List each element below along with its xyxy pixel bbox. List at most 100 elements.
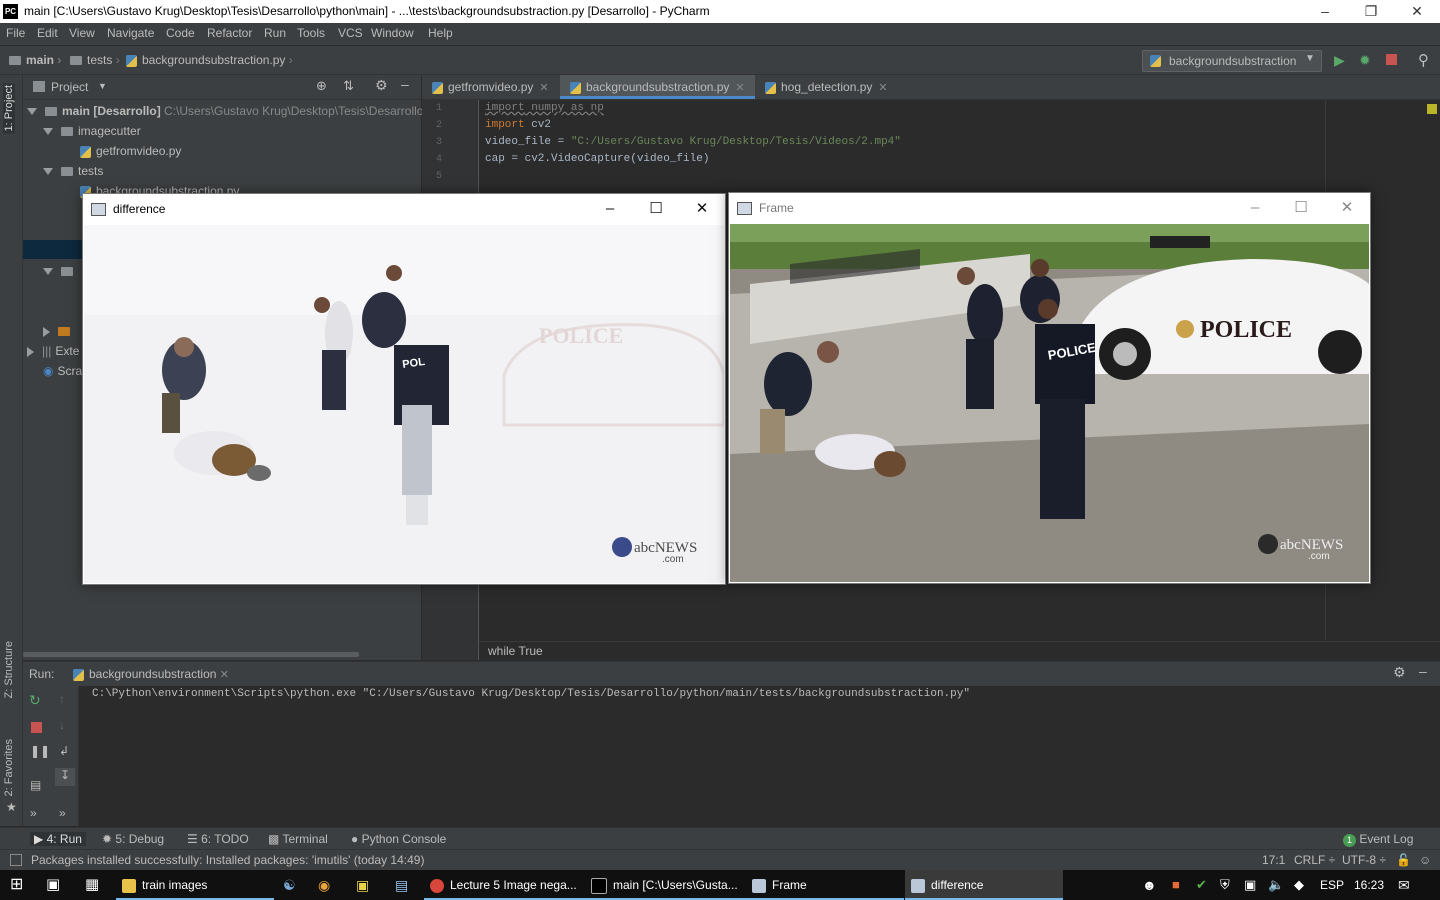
inspector-icon[interactable]: ☺ (1419, 853, 1431, 867)
people-icon[interactable]: ☻ (1142, 870, 1157, 900)
horizontal-scrollbar[interactable] (23, 652, 359, 657)
menu-run[interactable]: Run (264, 26, 286, 40)
tray-app-icon[interactable]: ✔ (1196, 870, 1207, 900)
tree-item-scratches[interactable]: ◉ Scra (43, 364, 82, 378)
layout-icon[interactable]: ▤ (30, 778, 41, 792)
breadcrumb-main[interactable]: main › (9, 53, 61, 67)
tool-tab-debug[interactable]: ✹ 5: Debug (102, 832, 164, 846)
menu-refactor[interactable]: Refactor (207, 26, 252, 40)
restore-button[interactable]: ❐ (1348, 0, 1394, 23)
hide-panel-icon[interactable]: – (1419, 663, 1427, 679)
menu-view[interactable]: View (69, 26, 95, 40)
pause-icon[interactable]: ❚❚ (30, 744, 50, 758)
code-breadcrumb-while[interactable]: while True (488, 644, 543, 658)
stop-icon[interactable] (31, 722, 42, 733)
notifications-icon[interactable]: ✉ (1398, 870, 1410, 900)
file-encoding[interactable]: UTF-8 ÷ (1342, 853, 1386, 867)
run-icon[interactable]: ▶ (1334, 52, 1345, 69)
menu-navigate[interactable]: Navigate (107, 26, 154, 40)
run-tab[interactable]: backgroundsubstraction ✕ (73, 667, 229, 681)
menu-code[interactable]: Code (166, 26, 195, 40)
gear-icon[interactable]: ⚙ (375, 77, 388, 94)
taskbar-item-frame[interactable]: Frame (746, 870, 904, 900)
tree-item-collapsed-folder[interactable] (43, 264, 78, 278)
debug-icon[interactable]: ✹ (1359, 52, 1371, 69)
breadcrumb-file[interactable]: backgroundsubstraction.py › (126, 53, 293, 67)
project-panel-title[interactable]: Project (51, 80, 88, 94)
tool-window-favorites[interactable]: 2: Favorites (3, 739, 15, 796)
tree-item-getfromvideo[interactable]: getfromvideo.py (80, 144, 181, 158)
menu-help[interactable]: Help (428, 26, 453, 40)
maximize-button[interactable]: ☐ (1278, 193, 1324, 223)
line-separator[interactable]: CRLF ÷ (1294, 853, 1335, 867)
task-view-icon[interactable]: ▣ (46, 870, 60, 900)
down-arrow-icon[interactable]: ↓ (59, 718, 65, 732)
menu-file[interactable]: File (6, 26, 25, 40)
gear-icon[interactable]: ⚙ (1393, 664, 1406, 681)
maximize-button[interactable]: ☐ (633, 194, 679, 224)
tree-item-imagecutter[interactable]: imagecutter (43, 124, 141, 138)
more-icon[interactable]: » (59, 806, 66, 820)
chevron-down-icon[interactable]: ▼ (98, 81, 107, 91)
tool-tab-python-console[interactable]: ● Python Console (351, 832, 446, 846)
status-toggle-icon[interactable] (10, 854, 22, 866)
windows-start-icon[interactable]: ⊞ (10, 870, 23, 900)
run-console-output[interactable]: C:\Python\environment\Scripts\python.exe… (79, 686, 1440, 826)
close-tab-icon[interactable]: ✕ (539, 82, 548, 94)
tab-hog-detection[interactable]: hog_detection.py ✕ (755, 75, 898, 99)
minimize-button[interactable]: – (587, 194, 633, 224)
tree-item-root[interactable]: main [Desarrollo] C:\Users\Gustavo Krug\… (27, 104, 427, 118)
caret-position[interactable]: 17:1 (1262, 853, 1285, 867)
close-tab-icon[interactable]: ✕ (878, 82, 887, 94)
scroll-to-end-icon[interactable]: ↧ (55, 768, 75, 786)
close-button[interactable]: ✕ (1324, 193, 1370, 223)
more-icon[interactable]: » (30, 806, 37, 820)
soft-wrap-icon[interactable]: ↲ (59, 744, 69, 758)
language-indicator[interactable]: ESP (1320, 870, 1344, 900)
difference-window[interactable]: difference – ☐ ✕ POLICE POL abcNEWS .com (82, 193, 726, 585)
collapse-all-icon[interactable]: ⇅ (343, 78, 354, 94)
tool-tab-run[interactable]: ▶ 4: Run (30, 832, 86, 846)
minimize-button[interactable]: – (1302, 0, 1348, 23)
rerun-icon[interactable]: ↻ (29, 692, 41, 709)
hide-panel-icon[interactable]: – (401, 76, 409, 92)
menu-window[interactable]: Window (371, 26, 414, 40)
taskbar-item-pycharm[interactable]: main [C:\Users\Gusta... (585, 870, 747, 900)
up-arrow-icon[interactable]: ↑ (59, 692, 65, 706)
paint-icon[interactable]: ◉ (318, 870, 330, 900)
network-icon[interactable]: ▣ (1244, 870, 1256, 900)
notes-icon[interactable]: ▣ (356, 870, 369, 900)
tray-app-icon[interactable]: ■ (1172, 870, 1180, 900)
app-icon[interactable]: ☯ (283, 870, 296, 900)
close-button[interactable]: ✕ (1394, 0, 1440, 23)
tree-item-venv[interactable] (43, 324, 75, 338)
tree-item-external-libraries[interactable]: ||| Exte (27, 344, 79, 358)
volume-icon[interactable]: 🔈 (1268, 870, 1284, 900)
stop-icon[interactable] (1386, 54, 1397, 65)
close-tab-icon[interactable]: ✕ (220, 669, 229, 681)
clock[interactable]: 16:23 (1354, 870, 1384, 900)
frame-window-title-bar[interactable]: Frame – ☐ ✕ (729, 193, 1370, 223)
menu-vcs[interactable]: VCS (338, 26, 363, 40)
taskbar-item-lecture[interactable]: Lecture 5 Image nega... (424, 870, 586, 900)
taskbar-item-difference[interactable]: difference (905, 870, 1063, 900)
menu-tools[interactable]: Tools (297, 26, 325, 40)
close-button[interactable]: ✕ (679, 194, 725, 224)
tray-app-icon[interactable]: ◆ (1294, 870, 1304, 900)
tree-selected-row[interactable] (23, 240, 83, 259)
frame-window[interactable]: Frame – ☐ ✕ POLICE POLICE abcNEWS .com (728, 192, 1371, 584)
search-icon[interactable]: ⚲ (1418, 51, 1429, 69)
lock-icon[interactable]: 🔓 (1396, 853, 1411, 867)
tree-item-tests[interactable]: tests (43, 164, 103, 178)
tool-window-project[interactable]: 1: Project (3, 83, 15, 134)
difference-window-title-bar[interactable]: difference – ☐ ✕ (83, 194, 725, 224)
tool-tab-terminal[interactable]: ▩ Terminal (268, 832, 328, 846)
tool-window-structure[interactable]: Z: Structure (3, 641, 15, 698)
tool-tab-todo[interactable]: ☰ 6: TODO (187, 832, 249, 846)
inspection-status-icon[interactable] (1427, 104, 1437, 114)
breadcrumb-tests[interactable]: tests › (70, 53, 120, 67)
menu-edit[interactable]: Edit (37, 26, 58, 40)
status-message[interactable]: Packages installed successfully: Install… (31, 853, 424, 867)
close-tab-icon[interactable]: ✕ (735, 82, 744, 94)
app-icon[interactable]: ▤ (395, 870, 408, 900)
